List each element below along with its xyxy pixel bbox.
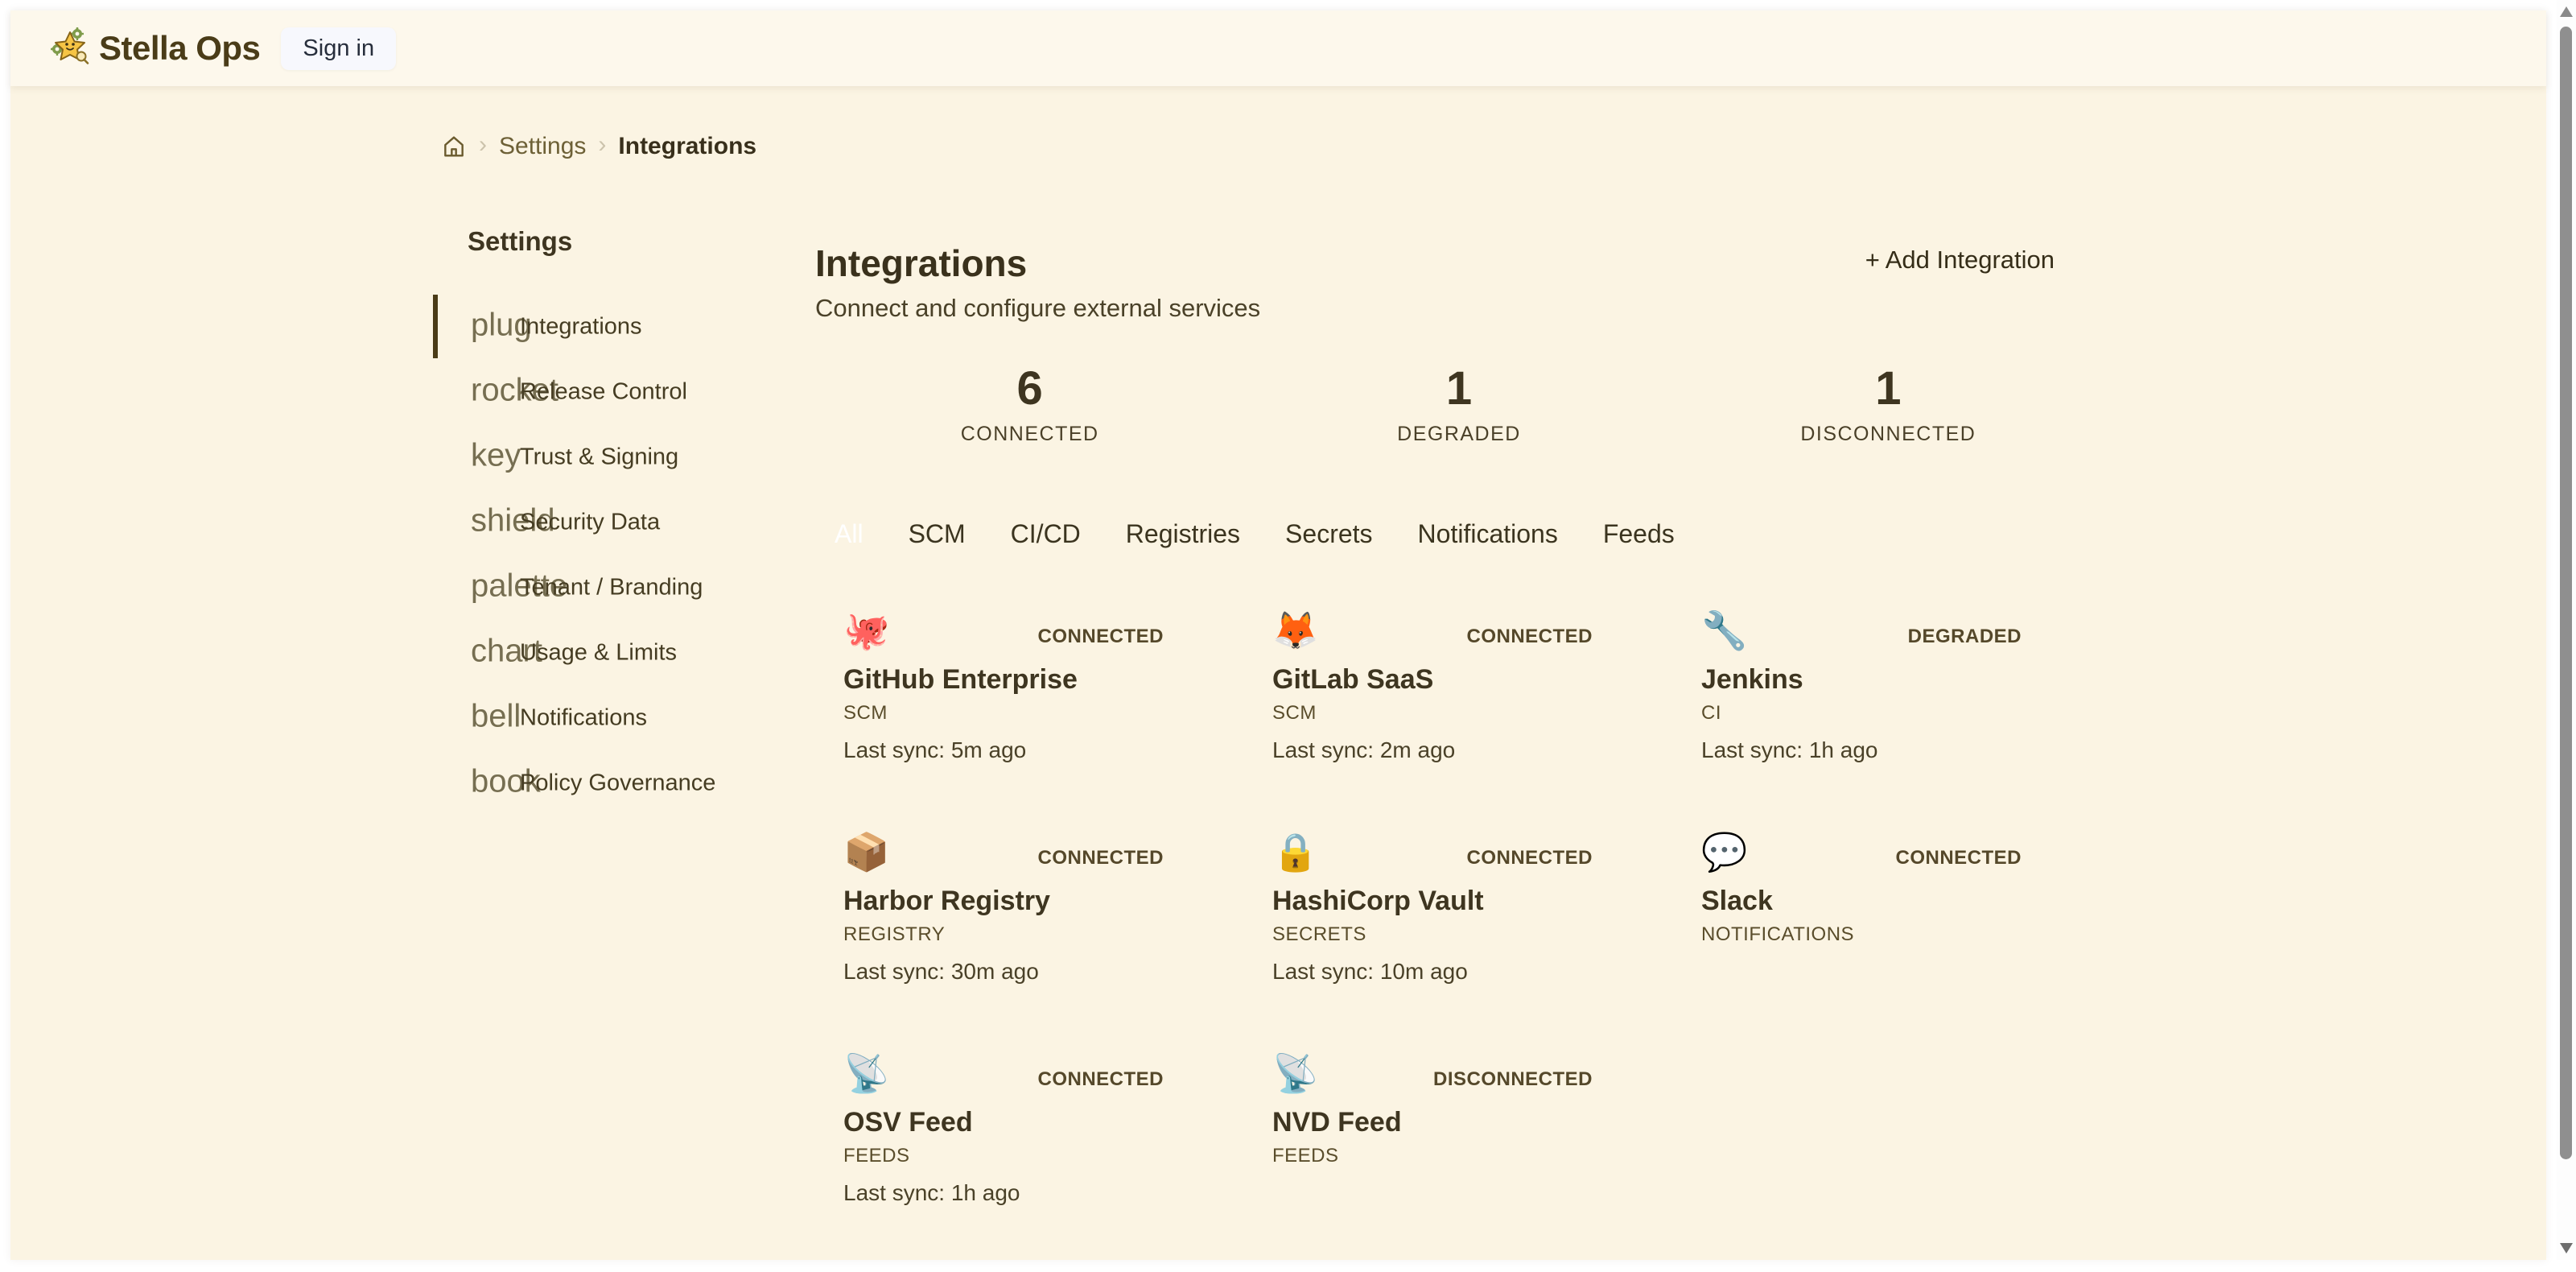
brand: Stella Ops — [51, 27, 260, 70]
last-sync-text: Last sync: 1h ago — [843, 1180, 1244, 1206]
add-integration-button[interactable]: + Add Integration — [1865, 246, 2055, 275]
integration-card-gitlab-saas[interactable]: 🦊 CONNECTED GitLab SaaS SCM Last sync: 2… — [1244, 608, 1673, 829]
breadcrumb-current-page: Integrations — [618, 133, 756, 160]
integration-cards-grid: 🐙 CONNECTED GitHub Enterprise SCM Last s… — [815, 608, 2103, 1272]
sidebar-item-trust-signing[interactable]: key Trust & Signing — [433, 424, 811, 489]
tab-notifications[interactable]: Notifications — [1418, 519, 1558, 549]
vertical-scrollbar[interactable] — [2557, 0, 2576, 1260]
app-window: Stella Ops Sign in › Settings › Integrat… — [10, 10, 2546, 1260]
status-badge: CONNECTED — [1037, 1068, 1164, 1091]
integration-card-hashicorp-vault[interactable]: 🔒 CONNECTED HashiCorp Vault SECRETS Last… — [1244, 829, 1673, 1051]
integration-card-github-enterprise[interactable]: 🐙 CONNECTED GitHub Enterprise SCM Last s… — [815, 608, 1244, 829]
status-badge: CONNECTED — [1466, 626, 1593, 648]
stat-connected-value: 6 — [815, 363, 1244, 415]
wrench-icon: 🔧 — [1701, 609, 2102, 651]
tab-secrets[interactable]: Secrets — [1285, 519, 1372, 549]
status-badge: CONNECTED — [1037, 626, 1164, 648]
tab-all[interactable]: All — [835, 519, 863, 549]
breadcrumb: › Settings › Integrations — [441, 133, 756, 160]
tab-feeds[interactable]: Feeds — [1603, 519, 1675, 549]
integration-card-slack[interactable]: 💬 CONNECTED Slack NOTIFICATIONS — [1673, 829, 2102, 1051]
tab-registries[interactable]: Registries — [1126, 519, 1240, 549]
integration-type: NOTIFICATIONS — [1701, 923, 2102, 946]
stat-disconnected-label: DISCONNECTED — [1674, 423, 2103, 446]
scrollbar-up-arrow-icon[interactable] — [2560, 6, 2573, 17]
integration-card-harbor-registry[interactable]: 📦 CONNECTED Harbor Registry REGISTRY Las… — [815, 829, 1244, 1051]
integration-card-nvd-feed[interactable]: 📡 DISCONNECTED NVD Feed FEEDS — [1244, 1051, 1673, 1272]
integration-type: SECRETS — [1272, 923, 1673, 946]
breadcrumb-separator: › — [598, 133, 606, 160]
stat-degraded-label: DEGRADED — [1244, 423, 1673, 446]
sidebar-item-usage-limits[interactable]: chart Usage & Limits — [433, 620, 811, 685]
top-header-bar: Stella Ops Sign in — [10, 10, 2546, 86]
last-sync-text: Last sync: 2m ago — [1272, 737, 1673, 763]
tab-cicd[interactable]: CI/CD — [1011, 519, 1081, 549]
stat-connected-label: CONNECTED — [815, 423, 1244, 446]
breadcrumb-separator: › — [479, 133, 487, 160]
stat-connected: 6 CONNECTED — [815, 363, 1244, 446]
integration-type: FEEDS — [1272, 1145, 1673, 1167]
last-sync-text: Last sync: 10m ago — [1272, 959, 1673, 985]
stella-ops-logo-icon — [51, 27, 89, 70]
status-badge: CONNECTED — [1466, 847, 1593, 869]
stat-disconnected-value: 1 — [1674, 363, 2103, 415]
last-sync-text: Last sync: 5m ago — [843, 737, 1244, 763]
integration-name: GitHub Enterprise — [843, 664, 1244, 696]
integration-card-jenkins[interactable]: 🔧 DEGRADED Jenkins CI Last sync: 1h ago — [1673, 608, 2102, 829]
category-tabs: All SCM CI/CD Registries Secrets Notific… — [835, 519, 1675, 549]
status-badge: CONNECTED — [1895, 847, 2022, 869]
key-icon: key — [471, 437, 521, 473]
status-badge: DEGRADED — [1908, 626, 2022, 648]
app-title: Stella Ops — [99, 29, 260, 68]
integration-type: SCM — [1272, 702, 1673, 725]
scrollbar-thumb[interactable] — [2560, 27, 2572, 1159]
integration-name: NVD Feed — [1272, 1107, 1673, 1138]
sidebar-item-policy-governance[interactable]: book Policy Governance — [433, 750, 811, 816]
tab-scm[interactable]: SCM — [909, 519, 966, 549]
stat-disconnected: 1 DISCONNECTED — [1674, 363, 2103, 446]
integration-name: Slack — [1701, 886, 2102, 917]
integration-name: Harbor Registry — [843, 886, 1244, 917]
stat-degraded: 1 DEGRADED — [1244, 363, 1673, 446]
status-summary: 6 CONNECTED 1 DEGRADED 1 DISCONNECTED — [815, 363, 2103, 446]
page-subtitle: Connect and configure external services — [815, 294, 1260, 323]
status-badge: CONNECTED — [1037, 847, 1164, 869]
sidebar-item-security-data[interactable]: shield Security Data — [433, 489, 811, 555]
sign-in-button[interactable]: Sign in — [281, 27, 396, 70]
last-sync-text: Last sync: 1h ago — [1701, 737, 2102, 763]
integration-type: REGISTRY — [843, 923, 1244, 946]
integration-name: OSV Feed — [843, 1107, 1244, 1138]
sidebar-item-integrations[interactable]: plug Integrations — [433, 294, 811, 359]
integration-type: CI — [1701, 702, 2102, 725]
breadcrumb-settings-link[interactable]: Settings — [499, 133, 586, 160]
home-icon[interactable] — [441, 134, 467, 159]
scrollbar-down-arrow-icon[interactable] — [2560, 1243, 2573, 1253]
sidebar-item-notifications[interactable]: bell Notifications — [433, 685, 811, 750]
sidebar-item-tenant-branding[interactable]: palette Tenant / Branding — [433, 555, 811, 620]
stat-degraded-value: 1 — [1244, 363, 1673, 415]
status-badge: DISCONNECTED — [1433, 1068, 1593, 1091]
sidebar-heading: Settings — [468, 226, 572, 257]
integration-card-osv-feed[interactable]: 📡 CONNECTED OSV Feed FEEDS Last sync: 1h… — [815, 1051, 1244, 1272]
page-title: Integrations — [815, 242, 1027, 285]
integration-type: SCM — [843, 702, 1244, 725]
settings-sidebar: plug Integrations rocket Release Control… — [433, 294, 811, 816]
integration-type: FEEDS — [843, 1145, 1244, 1167]
integration-name: HashiCorp Vault — [1272, 886, 1673, 917]
integration-name: GitLab SaaS — [1272, 664, 1673, 696]
last-sync-text: Last sync: 30m ago — [843, 959, 1244, 985]
integration-name: Jenkins — [1701, 664, 2102, 696]
sidebar-item-release-control[interactable]: rocket Release Control — [433, 359, 811, 424]
bell-icon: bell — [471, 698, 521, 734]
